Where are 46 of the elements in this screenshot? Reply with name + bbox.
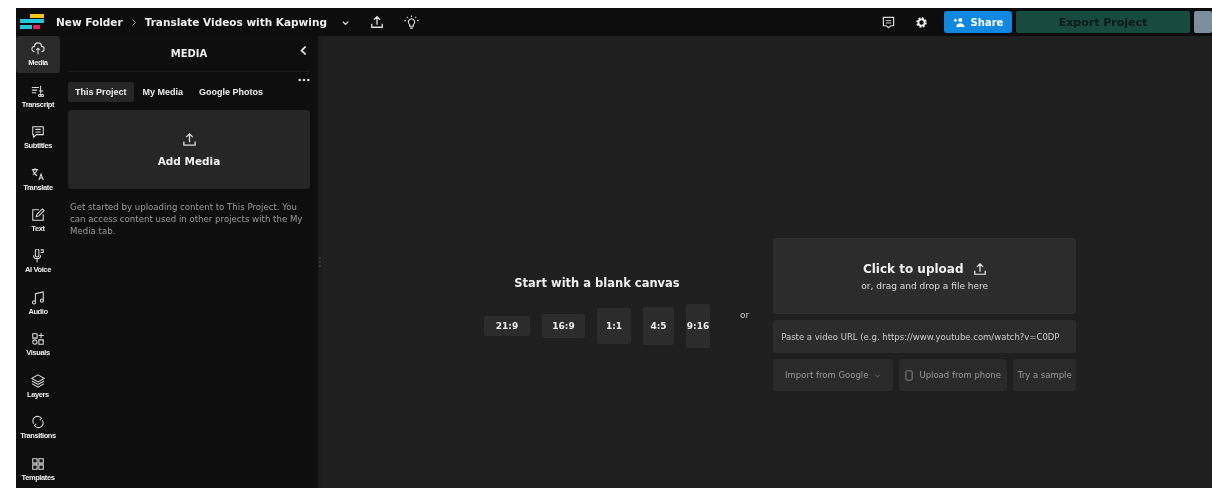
edit-icon [31,208,45,223]
more-icon[interactable] [298,78,310,82]
subtitles-icon [31,125,45,140]
import-from-google-button[interactable]: Import from Google [773,359,894,391]
project-title[interactable]: Translate Videos with Kapwing [144,16,327,28]
panel-title: MEDIA [170,48,208,59]
grid-icon [31,456,45,471]
comment-icon[interactable] [882,15,895,29]
translate-icon [31,166,45,181]
or-label: or [740,310,750,320]
aspect-ratio-button[interactable]: 1:1 [597,308,631,344]
media-tab[interactable]: This Project [68,82,134,102]
layers-icon [31,373,45,388]
settings-icon[interactable] [915,15,928,29]
upload-dropzone[interactable]: Click to upload or, drag and drop a file here [773,238,1077,314]
breadcrumb-folder[interactable]: New Folder [56,16,123,28]
aspect-ratio-button[interactable]: 9:16 [686,304,710,348]
aspect-ratio-button[interactable]: 4:5 [643,307,674,345]
share-button[interactable]: Share [944,11,1012,33]
transcript-icon [31,83,45,98]
lightbulb-icon[interactable] [403,14,419,30]
add-media-button[interactable]: Add Media [68,110,310,189]
upload-hint: or, drag and drop a file here [861,280,989,291]
help-text: Get started by uploading content to This Project. You can access content used in other projects with the My Media tab. [70,201,304,237]
cycle-arrows-icon [31,415,45,430]
app-logo-icon[interactable] [20,14,44,30]
media-tab[interactable]: My Media [135,82,191,102]
aspect-ratio-button[interactable]: 21:9 [484,316,530,336]
upload-icon[interactable] [369,15,384,29]
video-url-field[interactable]: Paste a video URL (e.g. https://www.youtube.com/watch?v=C0DP [773,320,1077,353]
upload-from-phone-button[interactable]: Upload from phone [899,359,1008,391]
microphone-icon [31,249,45,264]
upload-icon [972,261,987,276]
blank-canvas-heading: Start with a blank canvas [514,276,680,290]
media-tab[interactable]: Google Photos [192,82,271,102]
chevron-left-icon[interactable] [300,45,308,56]
upload-title: Click to upload [862,261,964,276]
shapes-icon [31,332,45,347]
add-person-icon [952,17,966,27]
phone-icon [905,369,914,381]
try-sample-button[interactable]: Try a sample [1013,359,1077,391]
cloud-upload-icon [31,42,45,57]
aspect-ratio-button[interactable]: 16:9 [542,314,585,338]
music-note-icon [31,290,45,305]
upload-icon [181,132,197,147]
chevron-right-icon [130,17,137,27]
